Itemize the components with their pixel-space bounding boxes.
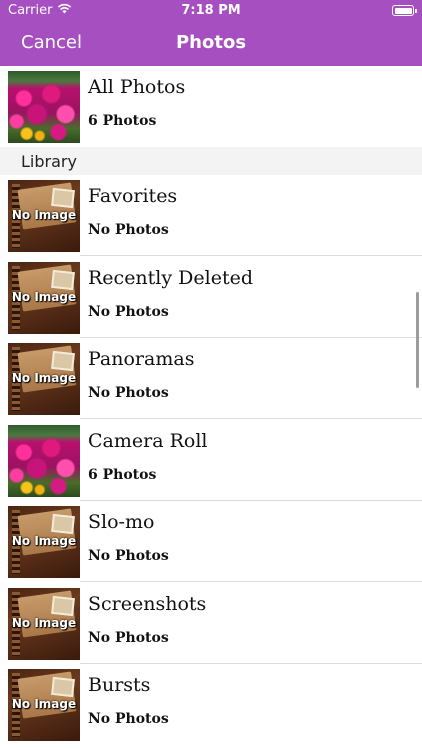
no-image-label: No Image xyxy=(11,616,77,630)
album-photo-count: 6 Photos xyxy=(88,113,157,129)
album-title: Camera Roll xyxy=(88,430,208,452)
album-photo-count: No Photos xyxy=(88,548,169,564)
photo-print-icon xyxy=(51,676,75,698)
album-title: Panoramas xyxy=(88,348,195,370)
album-photo-count: No Photos xyxy=(88,304,169,320)
header: Carrier 7:18 PM Cancel Photos xyxy=(0,0,422,66)
photo-print-icon xyxy=(51,350,75,372)
no-image-label: No Image xyxy=(11,534,77,548)
album-thumbnail: No Image xyxy=(8,343,80,415)
album-row-bursts[interactable]: No Image Bursts No Photos xyxy=(0,664,422,745)
no-image-placeholder: No Image xyxy=(8,262,80,334)
no-image-label: No Image xyxy=(11,697,77,711)
album-thumbnail: No Image xyxy=(8,669,80,741)
album-title: All Photos xyxy=(88,76,186,98)
no-image-label: No Image xyxy=(11,208,77,222)
album-photo-count: 6 Photos xyxy=(88,467,157,483)
row-separator xyxy=(80,255,422,256)
photo-print-icon xyxy=(51,187,75,209)
album-photo-count: No Photos xyxy=(88,385,169,401)
no-image-placeholder: No Image xyxy=(8,588,80,660)
album-title: Screenshots xyxy=(88,593,207,615)
navigation-bar: Cancel Photos xyxy=(0,22,422,66)
album-photo-count: No Photos xyxy=(88,711,169,727)
battery-icon xyxy=(392,5,417,16)
photo-print-icon xyxy=(51,513,75,535)
album-title: Recently Deleted xyxy=(88,267,253,289)
row-separator xyxy=(80,418,422,419)
no-image-label: No Image xyxy=(11,371,77,385)
album-thumbnail xyxy=(8,425,80,497)
flowers-thumbnail-image xyxy=(8,425,80,497)
no-image-placeholder: No Image xyxy=(8,669,80,741)
photo-print-icon xyxy=(51,269,75,291)
album-title: Favorites xyxy=(88,185,178,207)
album-row-slo-mo[interactable]: No Image Slo-mo No Photos xyxy=(0,501,422,582)
no-image-placeholder: No Image xyxy=(8,343,80,415)
album-row-recently-deleted[interactable]: No Image Recently Deleted No Photos xyxy=(0,257,422,338)
row-separator xyxy=(80,581,422,582)
album-photo-count: No Photos xyxy=(88,222,169,238)
no-image-label: No Image xyxy=(11,290,77,304)
album-row-favorites[interactable]: No Image Favorites No Photos xyxy=(0,175,422,256)
album-thumbnail: No Image xyxy=(8,506,80,578)
album-row-all-photos[interactable]: All Photos 6 Photos xyxy=(0,66,422,147)
album-thumbnail: No Image xyxy=(8,588,80,660)
scroll-indicator[interactable] xyxy=(416,292,419,388)
page-title: Photos xyxy=(175,32,247,53)
album-thumbnail: No Image xyxy=(8,262,80,334)
status-time: 7:18 PM xyxy=(181,3,241,18)
album-title: Bursts xyxy=(88,674,151,696)
album-thumbnail xyxy=(8,71,80,143)
album-row-camera-roll[interactable]: Camera Roll 6 Photos xyxy=(0,420,422,501)
album-row-panoramas[interactable]: No Image Panoramas No Photos xyxy=(0,338,422,419)
no-image-placeholder: No Image xyxy=(8,180,80,252)
album-photo-count: No Photos xyxy=(88,630,169,646)
section-header-library: Library xyxy=(0,147,422,175)
album-thumbnail: No Image xyxy=(8,180,80,252)
album-row-screenshots[interactable]: No Image Screenshots No Photos xyxy=(0,583,422,664)
flowers-thumbnail-image xyxy=(8,71,80,143)
no-image-placeholder: No Image xyxy=(8,506,80,578)
section-title: Library xyxy=(21,152,77,171)
status-bar: Carrier 7:18 PM xyxy=(0,0,422,22)
album-title: Slo-mo xyxy=(88,511,155,533)
photo-print-icon xyxy=(51,595,75,617)
